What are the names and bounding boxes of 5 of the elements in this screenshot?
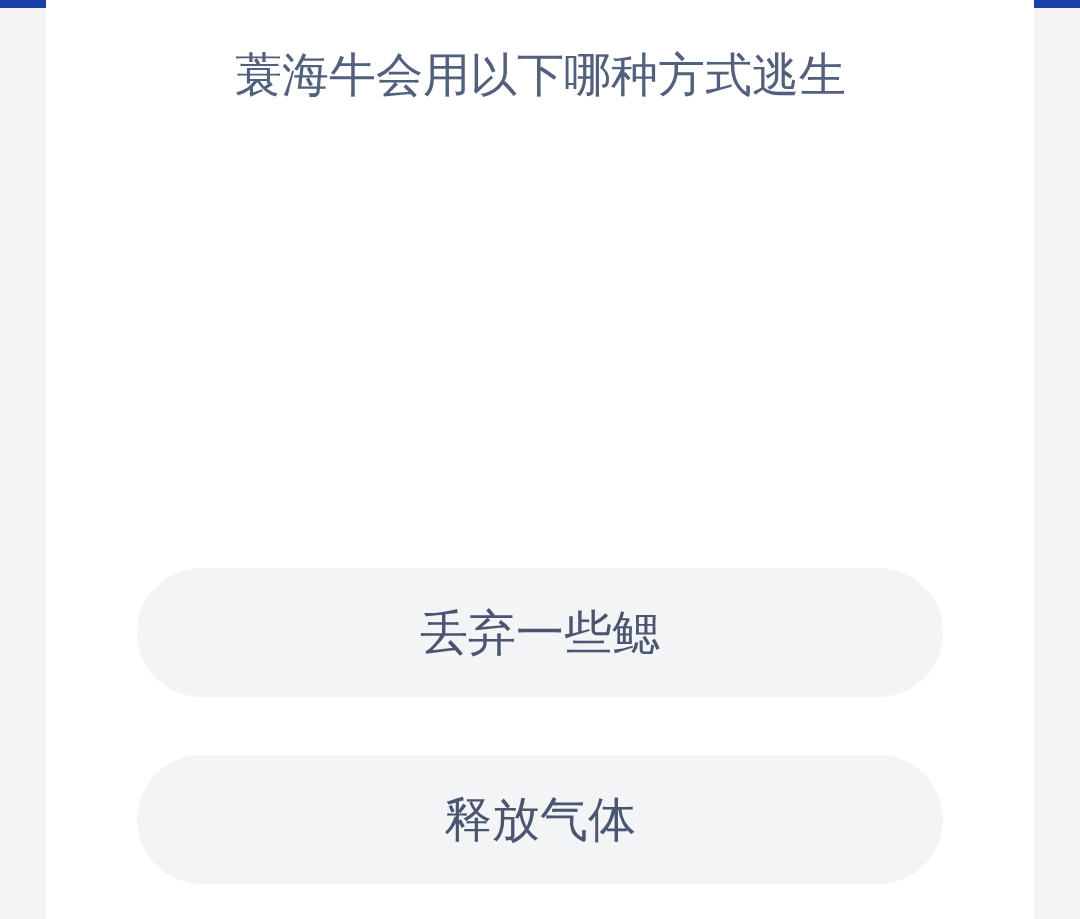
answer-option[interactable]: 释放气体 bbox=[137, 755, 943, 884]
question-text: 蓑海牛会用以下哪种方式逃生 bbox=[233, 46, 847, 104]
header-strip bbox=[0, 0, 46, 8]
answer-option[interactable]: 丢弃一些鳃 bbox=[137, 568, 943, 697]
header-strip bbox=[1034, 0, 1080, 8]
